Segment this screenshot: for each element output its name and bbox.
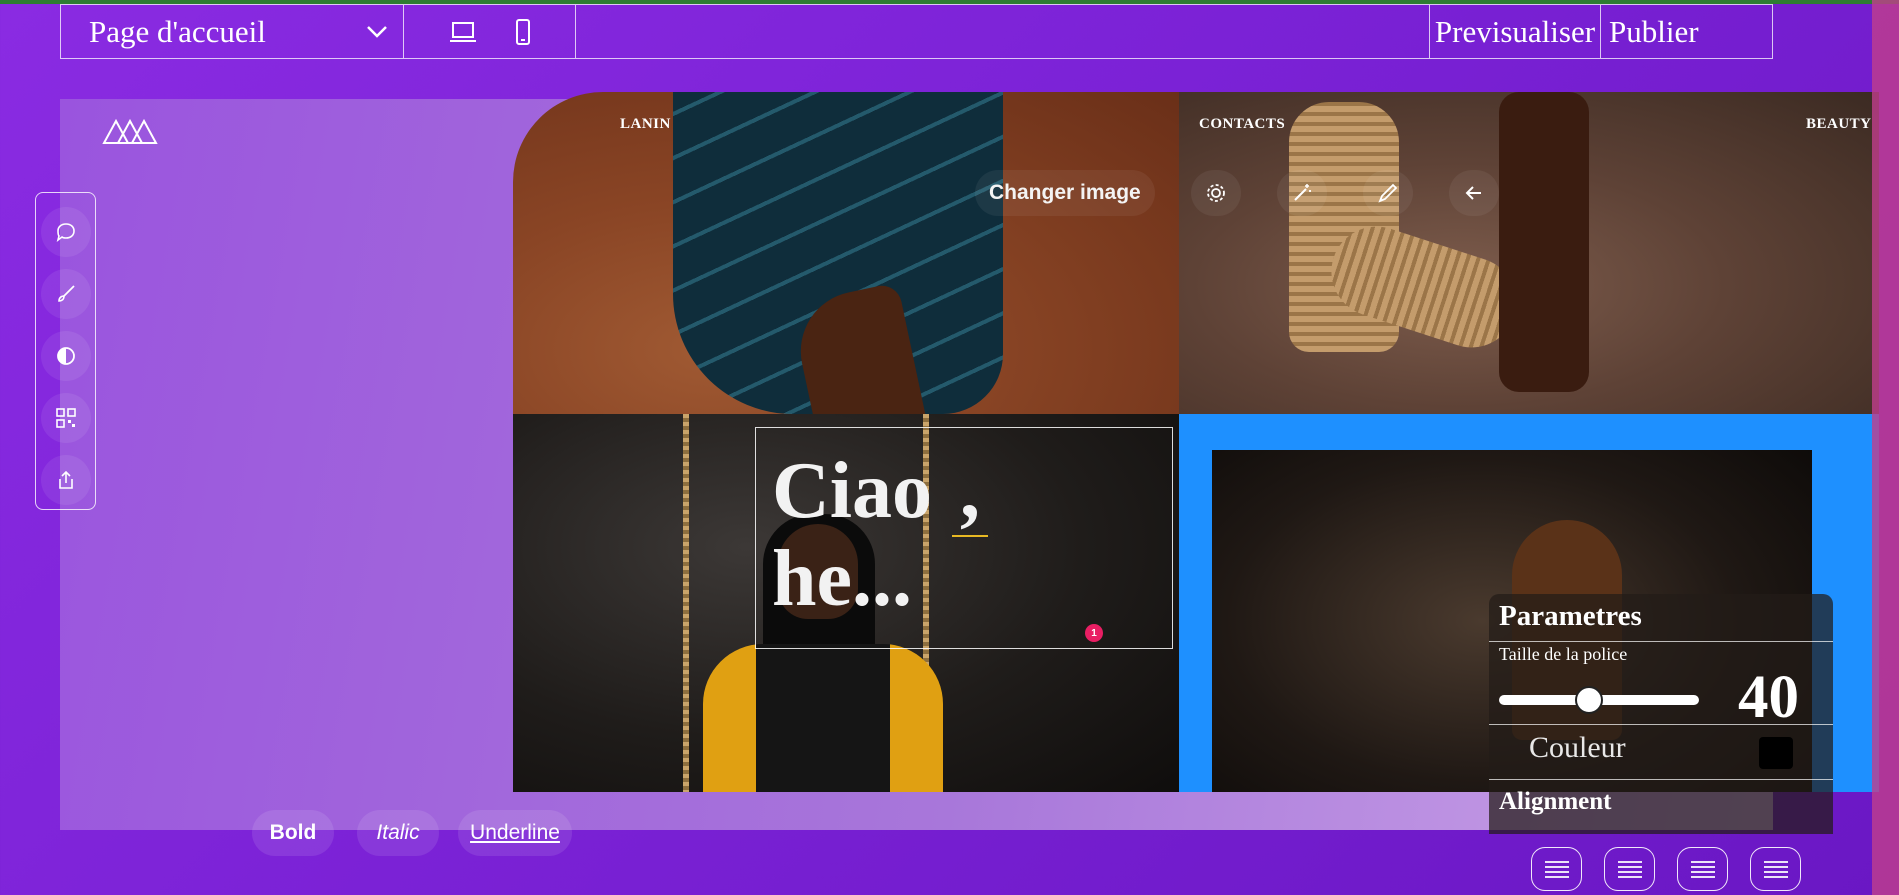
hero-line2: he... [772, 535, 912, 623]
contrast-icon[interactable] [40, 331, 91, 381]
color-swatch[interactable] [1759, 737, 1793, 769]
magic-wand-icon[interactable] [1276, 170, 1327, 216]
site-logo [102, 118, 158, 144]
mobile-icon[interactable] [515, 18, 531, 45]
font-size-slider-thumb[interactable] [1575, 686, 1603, 714]
align-left-icon[interactable] [1531, 847, 1582, 891]
hero-line1: Ciao [772, 447, 932, 535]
back-arrow-icon[interactable] [1448, 170, 1499, 216]
editor-toolbar: Page d'accueil Previsualiser Publier [60, 4, 1773, 59]
right-edge-strip [1872, 0, 1899, 895]
toolbar-spacer [576, 5, 1430, 58]
color-label: Couleur [1529, 731, 1626, 764]
gallery-image-baskets[interactable] [1179, 92, 1879, 414]
nav-link-contacts[interactable]: CONTACTS [1199, 116, 1285, 133]
font-size-value: 40 [1738, 664, 1799, 731]
pencil-icon[interactable] [1362, 170, 1413, 216]
laptop-icon[interactable] [449, 20, 477, 44]
gallery-image-skirt[interactable] [513, 92, 1179, 414]
notification-badge: 1 [1085, 624, 1103, 642]
qr-code-icon[interactable] [40, 393, 91, 443]
font-size-label: Taille de la police [1499, 644, 1628, 664]
device-toggle [404, 5, 576, 58]
align-center-icon[interactable] [1604, 847, 1655, 891]
page-select[interactable]: Page d'accueil [61, 5, 404, 58]
brush-icon[interactable] [40, 269, 91, 319]
page-select-value: Page d'accueil [89, 13, 266, 49]
change-image-button[interactable]: Changer image [975, 170, 1155, 216]
bold-button[interactable]: Bold [252, 810, 334, 856]
nav-link[interactable]: LANIN [620, 116, 671, 133]
underline-button[interactable]: Underline [458, 810, 572, 856]
parameters-title: Parametres [1489, 594, 1833, 642]
chat-icon[interactable] [40, 207, 91, 257]
jacket-shape [703, 644, 943, 792]
italic-button[interactable]: Italic [357, 810, 439, 856]
hero-text[interactable]: Ciao , he... [772, 447, 988, 623]
align-justify-icon[interactable] [1750, 847, 1801, 891]
publish-button[interactable]: Publier [1601, 5, 1772, 58]
parameters-panel: Parametres Taille de la police 40 Couleu… [1489, 594, 1833, 834]
hero-comma: , [952, 447, 988, 537]
preview-button[interactable]: Previsualiser [1430, 5, 1601, 58]
alignment-label: Alignment [1499, 788, 1612, 815]
nav-link-beauty[interactable]: BEAUTY [1806, 116, 1872, 133]
image-toolbar: Changer image [975, 170, 1585, 216]
rope-shape [683, 414, 689, 792]
font-size-row: 40 [1489, 664, 1833, 731]
align-right-icon[interactable] [1677, 847, 1728, 891]
legs-shape [1499, 92, 1589, 392]
chevron-down-icon [367, 25, 387, 38]
left-tool-panel [35, 192, 96, 510]
share-icon[interactable] [40, 455, 91, 505]
color-row: Couleur [1489, 725, 1833, 780]
gear-icon[interactable] [1190, 170, 1241, 216]
alignment-buttons [1531, 847, 1801, 891]
